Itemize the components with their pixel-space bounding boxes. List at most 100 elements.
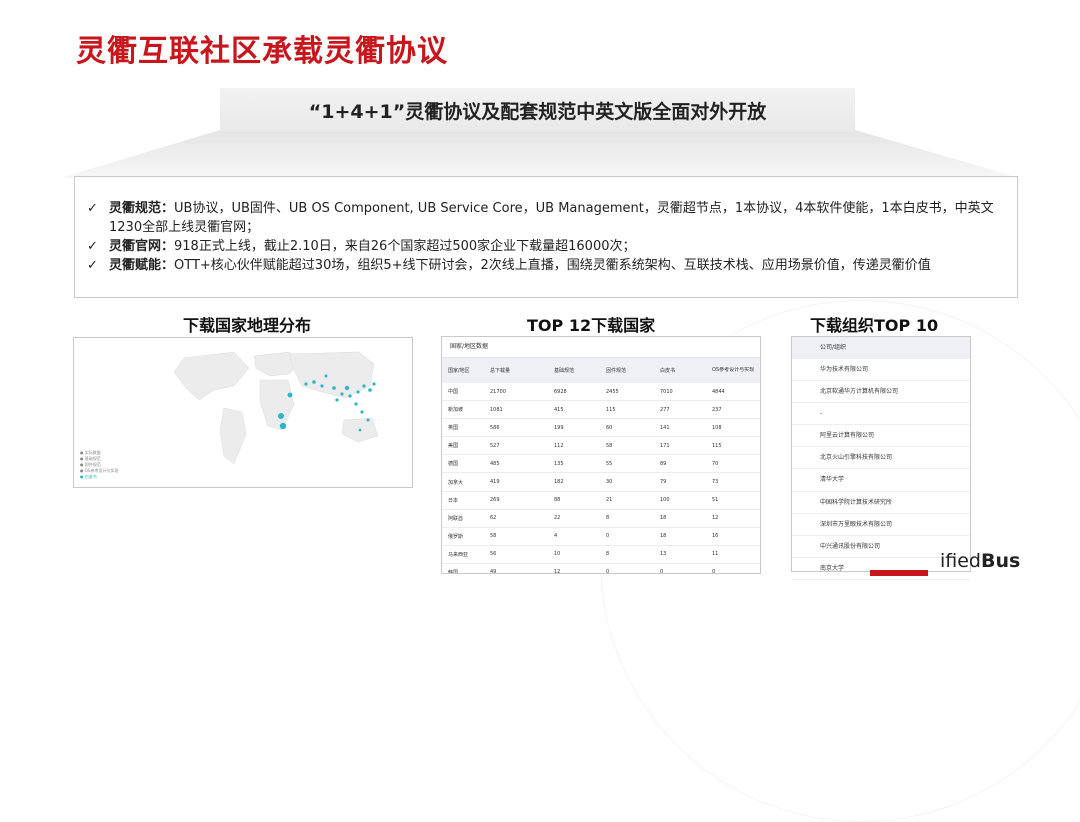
list-item: 中国科学院计算技术研究所 bbox=[792, 492, 970, 514]
table-cell: 89 bbox=[660, 460, 667, 467]
table-cell: 58 bbox=[606, 442, 613, 449]
table-cell: 73 bbox=[712, 479, 719, 486]
column-header[interactable]: OS参考设计与实现 bbox=[706, 367, 760, 374]
table-cell: 0 bbox=[660, 569, 664, 574]
column-header[interactable]: 国家/地区 bbox=[442, 367, 484, 374]
table-row: 新加坡 1081 415 115 277 237 bbox=[442, 401, 760, 420]
table-cell: 18 bbox=[660, 515, 667, 522]
table-cell: 13 bbox=[660, 551, 667, 558]
table-row: 马来西亚 56 10 8 13 11 bbox=[442, 546, 760, 564]
table-cell: 49 bbox=[490, 569, 497, 574]
table-cell: 22 bbox=[554, 515, 561, 522]
table-cell: 0 bbox=[606, 533, 610, 540]
table-cell: 70 bbox=[712, 460, 719, 467]
table-cell: 30 bbox=[606, 479, 613, 486]
column-header[interactable]: 白皮书 bbox=[654, 367, 706, 374]
table-cell: 加拿大 bbox=[448, 479, 464, 486]
list-item: 北京火山引擎科技有限公司 bbox=[792, 447, 970, 470]
table-cell: 18 bbox=[660, 533, 667, 540]
bullet-label: 灵衢规范： bbox=[109, 201, 175, 216]
map-dot bbox=[312, 380, 316, 384]
table-cell: 419 bbox=[490, 479, 500, 486]
table-cell: 527 bbox=[490, 442, 500, 449]
map-dot bbox=[324, 374, 328, 378]
table-cell: 0 bbox=[606, 569, 610, 574]
bullet-item: ✓ 灵衢规范：UB协议，UB固件、UB OS Component, UB Ser… bbox=[87, 199, 1007, 237]
bullet-item: ✓ 灵衢赋能：OTT+核心伙伴赋能超过30场，组织5+线下研讨会，2次线上直播，… bbox=[87, 256, 1007, 275]
table-cell: 171 bbox=[660, 442, 670, 449]
brand-accent-bar bbox=[870, 570, 928, 576]
map-dot bbox=[278, 413, 284, 419]
table-cell: 108 bbox=[712, 424, 722, 431]
table-cell: 141 bbox=[660, 424, 670, 431]
table-cell: 88 bbox=[554, 497, 561, 504]
column-header[interactable]: 总下载量 bbox=[484, 367, 548, 374]
top12-section-title: TOP 12下载国家 bbox=[527, 316, 656, 335]
table-cell: 237 bbox=[712, 406, 722, 413]
table-cell: 4 bbox=[554, 533, 558, 540]
map-dot bbox=[348, 394, 352, 398]
table-cell: 7010 bbox=[660, 388, 673, 395]
table-cell: 415 bbox=[554, 406, 564, 413]
table-cell: 新加坡 bbox=[448, 407, 464, 414]
table-row: 德国 485 135 55 89 70 bbox=[442, 455, 760, 474]
table-cell: 182 bbox=[554, 479, 564, 486]
table-cell: 阿联酋 bbox=[448, 515, 464, 522]
check-icon: ✓ bbox=[87, 258, 98, 273]
table-row: 美国 527 112 58 171 115 bbox=[442, 437, 760, 456]
map-section-title: 下载国家地理分布 bbox=[183, 316, 312, 335]
table-cell: 中国 bbox=[448, 389, 459, 396]
bullet-item: ✓ 灵衢官网：918正式上线，截止2.10日，来自26个国家超过500家企业下载… bbox=[87, 237, 1007, 256]
bullet-label: 灵衢官网： bbox=[109, 239, 175, 254]
table-cell: 277 bbox=[660, 406, 670, 413]
map-legend: ● 实际数据 ● 基础规范 ● 固件规范 ● OS参考设计与实现 ● 白皮书 bbox=[80, 450, 118, 480]
table-cell: 2455 bbox=[606, 388, 619, 395]
table-cell: 10 bbox=[554, 551, 561, 558]
check-icon: ✓ bbox=[87, 239, 98, 254]
brand-logo-text: ifiedBus bbox=[940, 550, 1021, 572]
bullet-label: 灵衢赋能： bbox=[109, 258, 175, 273]
table-cell: 16 bbox=[712, 533, 719, 540]
table-cell: 58 bbox=[490, 533, 497, 540]
table-cell: 8 bbox=[606, 551, 610, 558]
column-header[interactable]: 固件规范 bbox=[600, 367, 654, 374]
table-row: 英国 586 199 60 141 108 bbox=[442, 419, 760, 438]
table-cell: 8 bbox=[606, 515, 610, 522]
country-table-columns: 国家/地区 总下载量 基础规范 固件规范 白皮书 OS参考设计与实现 bbox=[442, 358, 760, 383]
table-cell: 俄罗斯 bbox=[448, 533, 464, 540]
table-cell: 62 bbox=[490, 515, 497, 522]
table-cell: 79 bbox=[660, 479, 667, 486]
list-item: 华为技术有限公司 bbox=[792, 359, 970, 382]
check-icon: ✓ bbox=[87, 201, 98, 216]
map-dot bbox=[368, 388, 372, 392]
map-dot bbox=[354, 402, 358, 406]
org-section-title: 下载组织TOP 10 bbox=[810, 316, 939, 335]
country-table: 国家/地区数据 国家/地区 总下载量 基础规范 固件规范 白皮书 OS参考设计与… bbox=[441, 336, 761, 574]
table-row: 韩国 49 12 0 0 0 bbox=[442, 564, 760, 574]
table-cell: 55 bbox=[606, 460, 613, 467]
table-row: 日本 269 88 21 100 51 bbox=[442, 492, 760, 510]
table-cell: 11 bbox=[712, 551, 719, 558]
table-cell: 586 bbox=[490, 424, 500, 431]
country-table-body: 中国 21700 6928 2455 7010 4844 新加坡 1081 415 115 277 2… bbox=[442, 383, 760, 574]
org-table: 公司/组织 华为技术有限公司 北京软通华方计算机有限公司 - 阿里云计算有限公司 北京火… bbox=[791, 336, 971, 580]
table-cell: 6928 bbox=[554, 388, 567, 395]
table-cell: 269 bbox=[490, 497, 500, 504]
org-table-header: 公司/组织 bbox=[792, 337, 970, 359]
table-cell: 112 bbox=[554, 442, 564, 449]
table-cell: 135 bbox=[554, 460, 564, 467]
banner-fan-decoration bbox=[60, 130, 1020, 178]
bullet-box: ✓ 灵衢规范：UB协议，UB固件、UB OS Component, UB Ser… bbox=[74, 176, 1018, 298]
map-dot bbox=[279, 422, 287, 430]
table-row: 加拿大 419 182 30 79 73 bbox=[442, 473, 760, 492]
banner-subtitle: “1+4+1”灵衢协议及配套规范中英文版全面对外开放 bbox=[220, 88, 855, 132]
map-dot bbox=[356, 390, 360, 394]
table-cell: 韩国 bbox=[448, 569, 459, 574]
table-row: 俄罗斯 58 4 0 18 16 bbox=[442, 528, 760, 546]
table-cell: 485 bbox=[490, 460, 500, 467]
map-dot bbox=[340, 392, 344, 396]
world-map-panel[interactable]: ● 实际数据 ● 基础规范 ● 固件规范 ● OS参考设计与实现 ● 白皮书 bbox=[73, 337, 413, 488]
table-cell: 115 bbox=[606, 406, 616, 413]
column-header[interactable]: 基础规范 bbox=[548, 367, 600, 374]
map-dot bbox=[362, 384, 366, 388]
